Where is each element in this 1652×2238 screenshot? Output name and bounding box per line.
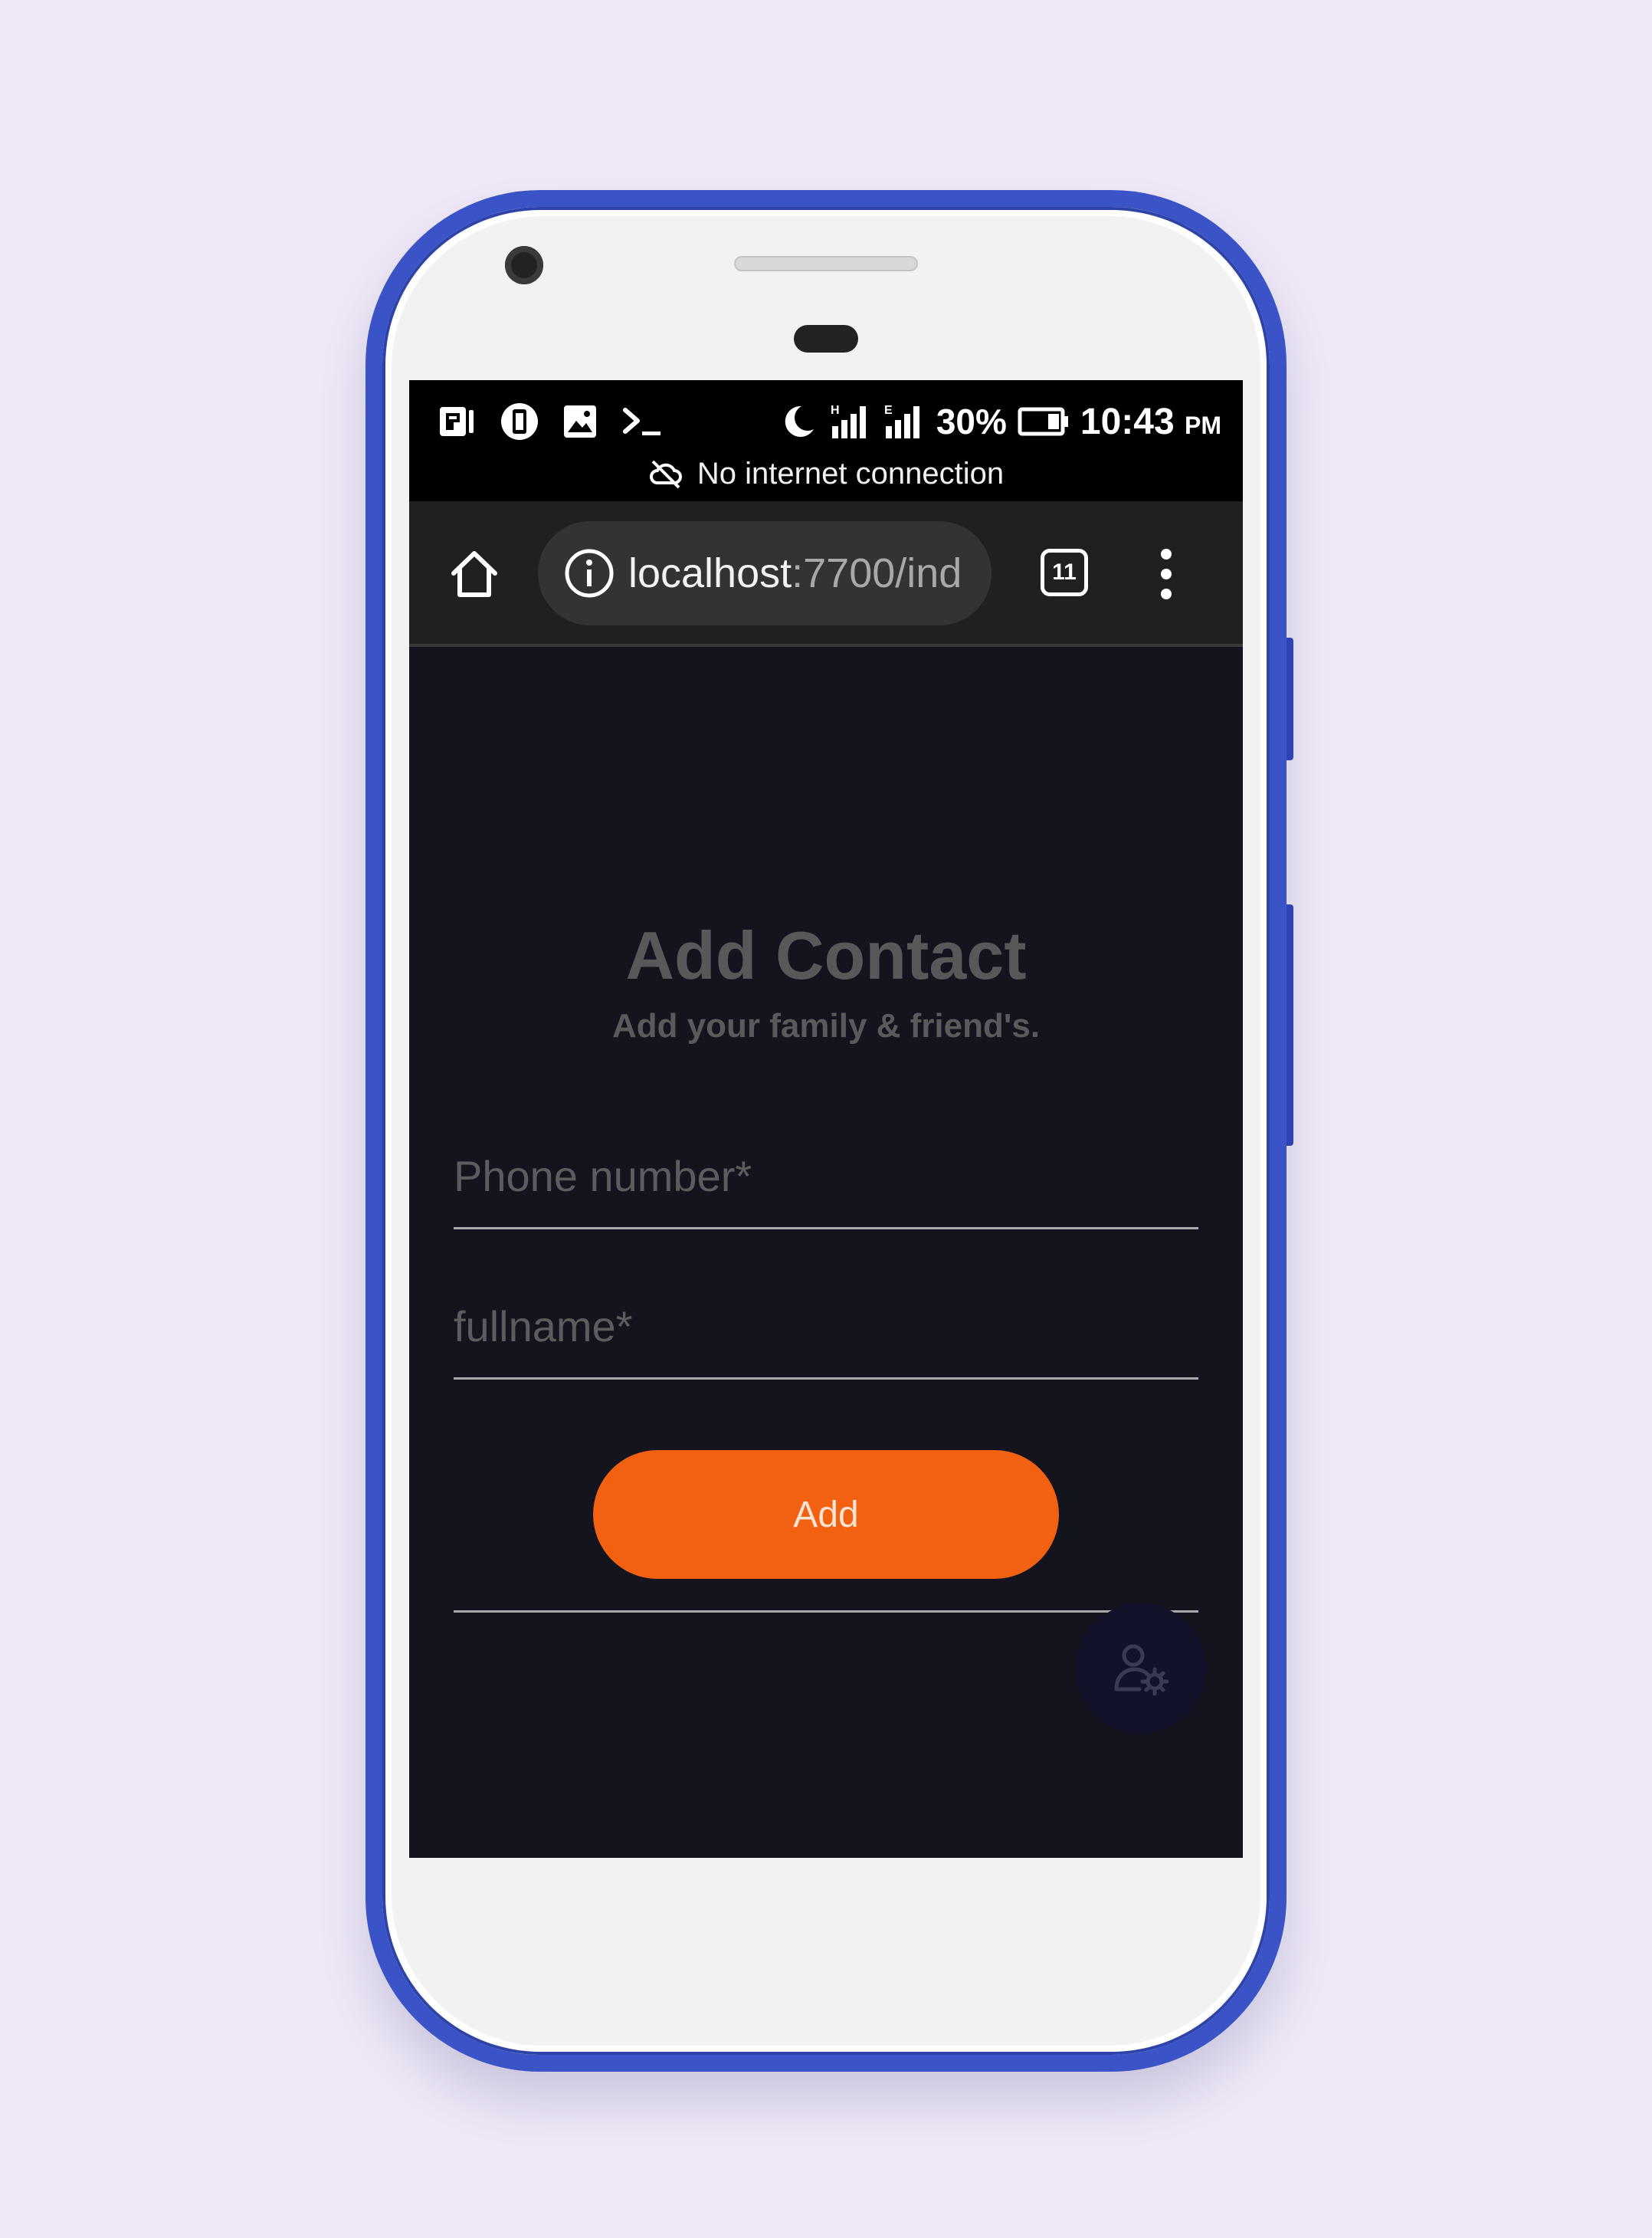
add-button[interactable]: Add <box>593 1450 1059 1579</box>
user-settings-fab[interactable] <box>1076 1603 1206 1734</box>
fullname-input-wrap <box>454 1272 1198 1380</box>
user-settings-icon <box>1114 1644 1169 1695</box>
proximity-sensor <box>794 325 858 353</box>
phone-input-wrap <box>454 1122 1198 1229</box>
fullname-input[interactable] <box>454 1301 1198 1351</box>
phone-number-input[interactable] <box>454 1151 1198 1201</box>
earpiece-speaker <box>734 256 918 271</box>
form-layer: Add <box>409 380 1243 1858</box>
add-button-label: Add <box>793 1494 859 1535</box>
front-camera <box>505 246 543 284</box>
